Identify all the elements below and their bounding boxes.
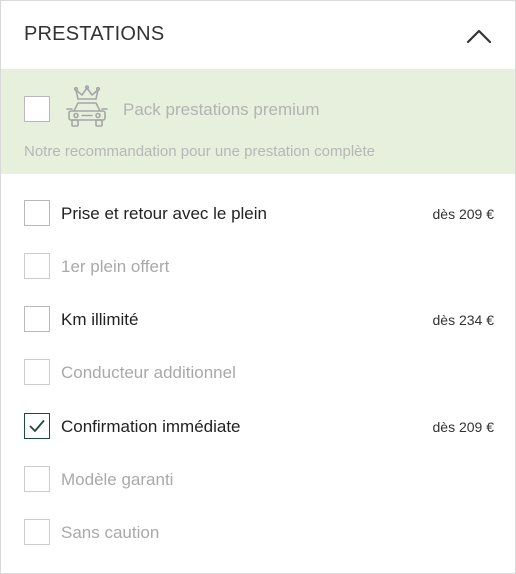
option-label: 1er plein offert — [61, 257, 170, 276]
option-row[interactable]: Conducteur additionnel — [1, 352, 515, 392]
option-row[interactable]: Confirmation immédiate dès 209 € — [1, 406, 515, 446]
option-checkbox[interactable] — [24, 466, 50, 492]
crowned-car-icon — [65, 85, 109, 131]
option-price: dès 209 € — [432, 206, 495, 222]
option-label: Prise et retour avec le plein — [61, 204, 267, 223]
panel-title: PRESTATIONS — [24, 23, 165, 45]
option-price: dès 209 € — [432, 419, 495, 435]
option-row[interactable]: Modèle garanti — [1, 459, 515, 499]
option-checkbox[interactable] — [24, 306, 50, 332]
option-label: Sans caution — [61, 523, 160, 542]
option-label: Modèle garanti — [61, 470, 174, 489]
option-label: Km illimité — [61, 310, 139, 329]
option-row[interactable]: Prise et retour avec le plein dès 209 € — [1, 193, 515, 233]
prestations-panel: PRESTATIONS Pack prestations premium Not… — [0, 0, 516, 574]
option-label: Conducteur additionnel — [61, 363, 236, 382]
premium-pack-option[interactable]: Pack prestations premium Notre recommand… — [1, 69, 515, 174]
premium-pack-note: Notre recommandation pour une prestation… — [24, 143, 376, 160]
option-checkbox[interactable] — [24, 253, 50, 279]
option-checkbox[interactable] — [24, 200, 50, 226]
premium-pack-checkbox[interactable] — [24, 96, 50, 122]
option-row[interactable]: Sans caution — [1, 512, 515, 552]
premium-pack-label: Pack prestations premium — [123, 100, 320, 119]
chevron-up-icon[interactable] — [463, 21, 495, 51]
option-row[interactable]: Km illimité dès 234 € — [1, 299, 515, 339]
panel-header[interactable]: PRESTATIONS — [1, 1, 515, 69]
option-checkbox[interactable] — [24, 413, 50, 439]
option-checkbox[interactable] — [24, 359, 50, 385]
option-checkbox[interactable] — [24, 519, 50, 545]
option-price: dès 234 € — [432, 312, 495, 328]
option-label: Confirmation immédiate — [61, 417, 241, 436]
option-row[interactable]: 1er plein offert — [1, 246, 515, 286]
checkmark-icon — [29, 420, 45, 432]
